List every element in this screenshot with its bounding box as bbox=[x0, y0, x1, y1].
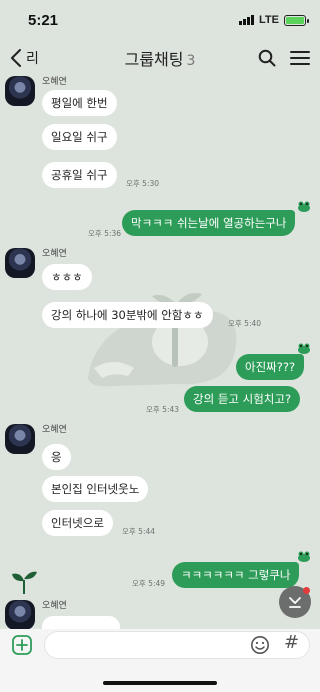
sprout-decoration-icon bbox=[12, 571, 37, 594]
new-message-dot bbox=[303, 587, 310, 594]
message-time: 오후 5:30 bbox=[126, 179, 160, 188]
emoji-icon[interactable] bbox=[250, 635, 270, 655]
message-list[interactable]: 오혜연 평일에 한번 일요일 쉬구 공휴일 쉬구 오후 5:30 오후 5:36… bbox=[0, 76, 320, 629]
home-indicator bbox=[103, 681, 217, 685]
avatar[interactable] bbox=[5, 76, 35, 106]
sender-name: 오혜연 bbox=[42, 425, 67, 435]
header-actions bbox=[258, 49, 310, 67]
sender-name: 오혜연 bbox=[42, 249, 67, 259]
search-icon[interactable] bbox=[258, 49, 276, 67]
avatar[interactable] bbox=[5, 600, 35, 629]
hashtag-search-button[interactable]: # bbox=[284, 632, 299, 653]
plus-icon[interactable] bbox=[12, 635, 32, 655]
incoming-message[interactable]: 인터넷으로 bbox=[42, 510, 113, 536]
incoming-message[interactable]: 공휴일 쉬구 bbox=[42, 162, 117, 188]
incoming-message[interactable]: 평일에 한번 bbox=[42, 90, 117, 116]
avatar[interactable] bbox=[5, 248, 35, 278]
incoming-message[interactable]: 본인집 인터넷웃노 bbox=[42, 476, 149, 502]
outgoing-message[interactable]: ㅋㅋㅋㅋㅋㅋ 그렇쿠나 bbox=[172, 562, 300, 588]
sender-name: 오혜연 bbox=[42, 77, 67, 87]
frog-sticker-icon bbox=[298, 343, 310, 354]
message-time: 오후 5:36 bbox=[88, 229, 122, 238]
scroll-to-bottom-button[interactable] bbox=[279, 586, 311, 618]
outgoing-message[interactable]: 강의 듣고 시험치고? bbox=[184, 386, 301, 412]
battery-icon bbox=[284, 14, 309, 26]
signal-icon bbox=[239, 15, 255, 25]
message-time: 오후 5:40 bbox=[228, 319, 262, 328]
status-bar: 5:21 LTE bbox=[0, 0, 320, 40]
incoming-message[interactable]: 응 bbox=[42, 444, 71, 470]
outgoing-message[interactable]: 막ㅋㅋㅋ 쉬는날에 열공하는구나 bbox=[122, 210, 296, 236]
network-type: LTE bbox=[259, 14, 279, 26]
hamburger-menu-icon[interactable] bbox=[290, 50, 310, 66]
chat-header: 리 그룹채팅 3 bbox=[0, 40, 320, 76]
incoming-message[interactable] bbox=[42, 616, 120, 629]
status-time: 5:21 bbox=[28, 11, 59, 29]
incoming-message[interactable]: 강의 하나에 30분밖에 안함ㅎㅎ bbox=[42, 302, 213, 328]
member-count: 3 bbox=[186, 53, 196, 69]
outgoing-message[interactable]: 아진짜??? bbox=[236, 354, 305, 380]
avatar[interactable] bbox=[5, 424, 35, 454]
status-indicators: LTE bbox=[239, 14, 309, 26]
back-label: 리 bbox=[26, 51, 39, 67]
sender-name: 오혜연 bbox=[42, 601, 67, 611]
frog-sticker-icon bbox=[298, 551, 310, 562]
message-input[interactable] bbox=[44, 631, 310, 659]
message-time: 오후 5:43 bbox=[146, 405, 180, 414]
frog-sticker-icon bbox=[298, 201, 310, 212]
back-button[interactable]: 리 bbox=[10, 48, 39, 68]
message-time: 오후 5:44 bbox=[122, 527, 156, 536]
incoming-message[interactable]: 일요일 쉬구 bbox=[42, 124, 117, 150]
scroll-to-bottom-icon bbox=[289, 597, 301, 608]
chat-title: 그룹채팅 bbox=[124, 50, 184, 69]
message-time: 오후 5:49 bbox=[132, 579, 166, 588]
chevron-left-icon bbox=[11, 49, 21, 67]
incoming-message[interactable]: ㅎㅎㅎ bbox=[42, 264, 92, 290]
